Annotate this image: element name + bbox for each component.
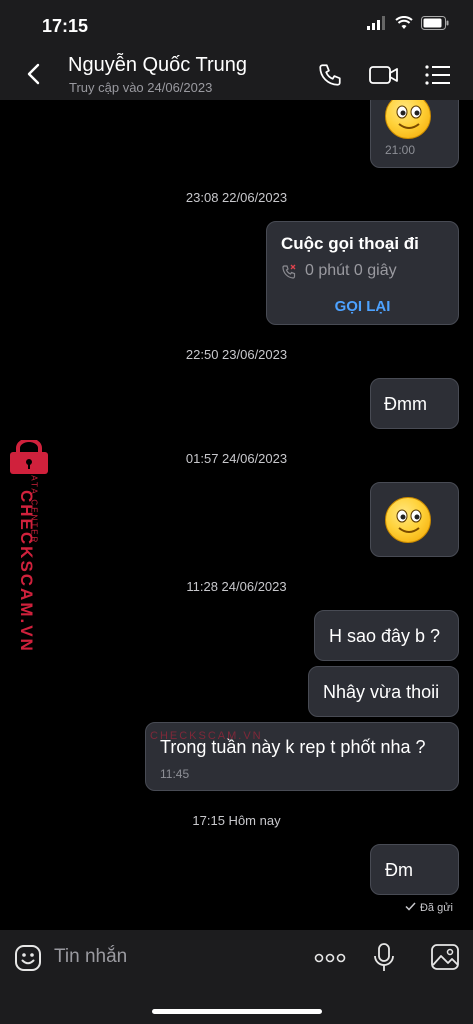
message-text: Đm bbox=[385, 860, 413, 880]
phone-icon[interactable] bbox=[315, 60, 345, 90]
photo-icon[interactable] bbox=[430, 942, 460, 977]
timestamp: 01:57 24/06/2023 bbox=[185, 451, 288, 466]
emoji-icon[interactable] bbox=[14, 944, 42, 977]
call-title: Cuộc gọi thoại đi bbox=[281, 234, 419, 253]
watermark-inline: CHECKSCAM.VN bbox=[150, 730, 263, 742]
more-icon[interactable] bbox=[314, 946, 346, 975]
home-indicator[interactable] bbox=[152, 1009, 322, 1014]
smile-sticker-icon bbox=[385, 497, 431, 543]
sticker-message[interactable] bbox=[370, 482, 459, 557]
mic-icon[interactable] bbox=[372, 942, 396, 979]
chat-header: Nguyễn Quốc Trung Truy cập vào 24/06/202… bbox=[0, 48, 473, 100]
status-bar: 17:15 bbox=[0, 0, 473, 48]
battery-icon bbox=[421, 16, 449, 35]
contact-name[interactable]: Nguyễn Quốc Trung bbox=[68, 54, 247, 77]
status-time: 17:15 bbox=[42, 16, 89, 36]
watermark-title: CHECKSCAM.VN bbox=[17, 490, 36, 653]
menu-icon[interactable] bbox=[423, 60, 453, 90]
input-bar: Tin nhắn bbox=[0, 930, 473, 1024]
text-message[interactable]: Nhây vừa thoii bbox=[308, 666, 459, 717]
call-duration: 0 phút 0 giây bbox=[305, 262, 397, 279]
smile-sticker-icon bbox=[385, 100, 431, 139]
missed-call-icon bbox=[281, 264, 297, 285]
wifi-icon bbox=[395, 16, 413, 35]
chat-area[interactable]: 21:00 23:08 22/06/2023 Cuộc gọi thoại đi… bbox=[0, 100, 473, 930]
message-text: Nhây vừa thoii bbox=[323, 682, 440, 702]
check-icon bbox=[405, 902, 416, 914]
timestamp: 11:28 24/06/2023 bbox=[186, 579, 287, 594]
sent-status: Đã gửi bbox=[405, 902, 453, 914]
text-message[interactable]: H sao đây b ? bbox=[314, 610, 459, 661]
call-back-button[interactable]: GỌI LẠI bbox=[267, 298, 458, 315]
last-seen: Truy cập vào 24/06/2023 bbox=[69, 80, 213, 95]
timestamp: 22:50 23/06/2023 bbox=[185, 347, 288, 362]
text-message[interactable]: Đmm bbox=[370, 378, 459, 429]
back-icon[interactable] bbox=[20, 60, 48, 88]
message-time: 21:00 bbox=[385, 143, 416, 157]
status-icons bbox=[367, 16, 449, 35]
timestamp: 23:08 22/06/2023 bbox=[185, 190, 288, 205]
timestamp: 17:15 Hôm nay bbox=[192, 813, 281, 828]
signal-icon bbox=[367, 16, 387, 35]
text-message[interactable]: Đm bbox=[370, 844, 459, 895]
sticker-message[interactable]: 21:00 bbox=[370, 100, 459, 168]
video-icon[interactable] bbox=[369, 60, 399, 90]
message-text: H sao đây b ? bbox=[329, 626, 441, 646]
message-text: Đmm bbox=[384, 394, 427, 414]
message-time: 11:45 bbox=[160, 767, 190, 781]
message-input[interactable]: Tin nhắn bbox=[54, 946, 127, 968]
outgoing-call-card[interactable]: Cuộc gọi thoại đi 0 phút 0 giây GỌI LẠI bbox=[266, 221, 459, 325]
sent-label: Đã gửi bbox=[419, 902, 453, 914]
watermark: DATA CENTER CHECKSCAM.VN bbox=[4, 438, 52, 653]
